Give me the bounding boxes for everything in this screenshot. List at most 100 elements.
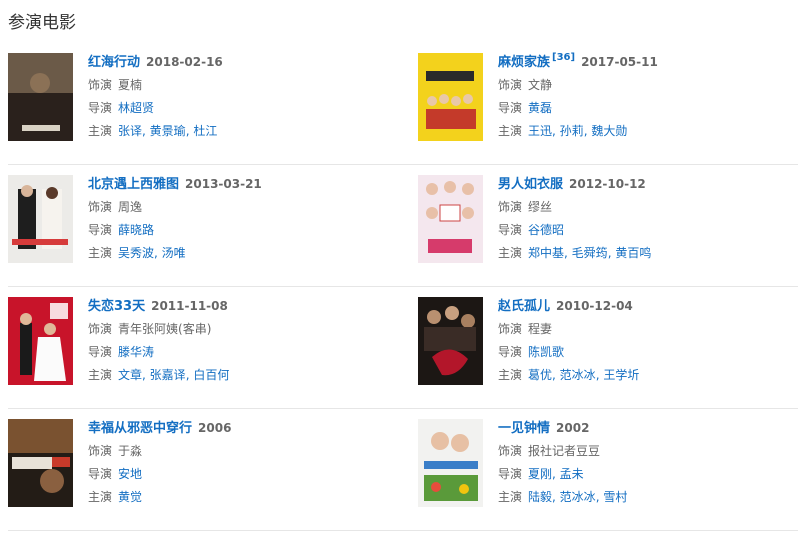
separator: , — [564, 246, 572, 260]
star-link[interactable]: 杜江 — [193, 124, 217, 138]
release-date: 2012-10-12 — [569, 177, 646, 191]
movie-card: 幸福从邪恶中穿行 2006 饰演 于淼 导演 安地 主演 黄觉 — [8, 419, 388, 519]
director-link[interactable]: 谷德昭 — [528, 223, 564, 237]
movie-poster[interactable] — [418, 175, 483, 263]
stars-label: 主演 — [498, 124, 523, 138]
director-link[interactable]: 孟未 — [560, 467, 584, 481]
star-link[interactable]: 黄景瑜 — [150, 124, 186, 138]
star-link[interactable]: 王迅 — [528, 124, 552, 138]
movie-poster[interactable] — [418, 297, 483, 385]
separator: , — [552, 490, 560, 504]
director-label: 导演 — [88, 345, 113, 359]
role-label: 饰演 — [88, 322, 113, 336]
stars-label: 主演 — [88, 124, 113, 138]
separator: , — [552, 124, 560, 138]
release-date: 2017-05-11 — [581, 55, 658, 69]
movie-poster[interactable] — [8, 175, 73, 263]
role-label: 饰演 — [498, 322, 523, 336]
movie-poster[interactable] — [8, 297, 73, 385]
star-link[interactable]: 黄百鸣 — [615, 246, 651, 260]
director-label: 导演 — [88, 101, 113, 115]
role-label: 饰演 — [88, 78, 113, 92]
movie-card: 麻烦家族 [36] 2017-05-11 饰演 文静 导演 黄磊 主演 王迅, 孙莉, 魏… — [418, 52, 798, 153]
director-label: 导演 — [498, 101, 523, 115]
movie-title-link[interactable]: 红海行动 — [88, 55, 140, 70]
stars-label: 主演 — [498, 368, 523, 382]
star-link[interactable]: 魏大勋 — [591, 124, 627, 138]
stars-label: 主演 — [498, 246, 523, 260]
director-label: 导演 — [498, 467, 523, 481]
star-link[interactable]: 张译 — [118, 124, 142, 138]
stars-label: 主演 — [88, 490, 113, 504]
star-link[interactable]: 吴秀波 — [118, 246, 154, 260]
star-link[interactable]: 范冰冰 — [560, 490, 596, 504]
star-link[interactable]: 孙莉 — [560, 124, 584, 138]
movie-card: 赵氏孤儿 2010-12-04 饰演 程妻 导演 陈凯歌 主演 葛优, 范冰冰, 王学圻 — [418, 297, 798, 397]
director-label: 导演 — [88, 223, 113, 237]
movie-card: 红海行动 2018-02-16 饰演 夏楠 导演 林超贤 主演 张译, 黄景瑜, 杜江 — [8, 53, 388, 153]
director-link[interactable]: 林超贤 — [118, 101, 154, 115]
role-label: 饰演 — [498, 200, 523, 214]
movie-row: 幸福从邪恶中穿行2006 饰演于淼 导演安地 主演黄觉 一见钟情200 — [8, 409, 798, 531]
reference-link[interactable]: [36] — [552, 52, 575, 63]
star-link[interactable]: 郑中基 — [528, 246, 564, 260]
role-value: 程妻 — [528, 322, 553, 336]
role-value: 夏楠 — [118, 78, 143, 92]
role-label: 饰演 — [498, 444, 523, 458]
director-link[interactable]: 夏刚 — [528, 467, 552, 481]
release-date: 2018-02-16 — [146, 55, 223, 69]
role-value: 周逸 — [118, 200, 143, 214]
stars-label: 主演 — [498, 490, 523, 504]
role-label: 饰演 — [88, 444, 113, 458]
movie-title-link[interactable]: 一见钟情 — [498, 421, 550, 436]
movie-row: 红海行动 2018-02-16 饰演 夏楠 导演 林超贤 主演 张译, 黄景瑜, 杜江 — [8, 43, 798, 165]
director-link[interactable]: 滕华涛 — [118, 345, 154, 359]
role-value: 缪丝 — [528, 200, 553, 214]
director-link[interactable]: 安地 — [118, 467, 142, 481]
role-value: 于淼 — [118, 444, 143, 458]
role-value: 青年张阿姨(客串) — [118, 322, 212, 336]
movie-title-link[interactable]: 麻烦家族 — [498, 55, 550, 70]
section-title: 参演电影 — [8, 13, 76, 33]
release-date: 2011-11-08 — [151, 299, 228, 313]
star-link[interactable]: 王学圻 — [603, 368, 639, 382]
star-link[interactable]: 黄觉 — [118, 490, 142, 504]
star-link[interactable]: 白百何 — [193, 368, 229, 382]
movie-title-link[interactable]: 幸福从邪恶中穿行 — [88, 421, 192, 436]
director-label: 导演 — [88, 467, 113, 481]
movie-title-link[interactable]: 赵氏孤儿 — [498, 299, 550, 314]
star-link[interactable]: 文章 — [118, 368, 142, 382]
star-link[interactable]: 汤唯 — [162, 246, 186, 260]
movie-title-link[interactable]: 失恋33天 — [88, 299, 145, 314]
release-date: 2010-12-04 — [556, 299, 633, 313]
movie-poster[interactable] — [8, 419, 73, 507]
director-link[interactable]: 黄磊 — [528, 101, 552, 115]
director-label: 导演 — [498, 345, 523, 359]
movie-poster[interactable] — [418, 53, 483, 141]
director-link[interactable]: 陈凯歌 — [528, 345, 564, 359]
movie-card: 男人如衣服 2012-10-12 饰演 缪丝 导演 谷德昭 主演 郑中基, 毛舜筠, 黄… — [418, 175, 798, 275]
stars-label: 主演 — [88, 368, 113, 382]
movie-title-link[interactable]: 北京遇上西雅图 — [88, 177, 179, 192]
movie-card: 一见钟情 2002 饰演 报社记者豆豆 导演 夏刚, 孟未 主演 陆毅, 范冰冰, 雪村 — [418, 419, 798, 519]
movie-poster[interactable] — [418, 419, 483, 507]
movie-card: 北京遇上西雅图 2013-03-21 饰演 周逸 导演 薛晓路 主演 吴秀波, 汤唯 — [8, 175, 388, 275]
separator: , — [552, 368, 560, 382]
separator: , — [142, 124, 150, 138]
separator: , — [154, 246, 162, 260]
star-link[interactable]: 雪村 — [603, 490, 627, 504]
stars-label: 主演 — [88, 246, 113, 260]
star-link[interactable]: 毛舜筠 — [572, 246, 608, 260]
separator: , — [552, 467, 560, 481]
star-link[interactable]: 张嘉译 — [150, 368, 186, 382]
director-link[interactable]: 薛晓路 — [118, 223, 154, 237]
release-date: 2013-03-21 — [185, 177, 262, 191]
movie-card: 失恋33天 2011-11-08 饰演 青年张阿姨(客串) 导演 滕华涛 主演 文章, … — [8, 297, 388, 397]
star-link[interactable]: 范冰冰 — [560, 368, 596, 382]
star-link[interactable]: 陆毅 — [528, 490, 552, 504]
movie-poster[interactable] — [8, 53, 73, 141]
director-label: 导演 — [498, 223, 523, 237]
star-link[interactable]: 葛优 — [528, 368, 552, 382]
movie-title-link[interactable]: 男人如衣服 — [498, 177, 563, 192]
movie-row: 失恋33天 2011-11-08 饰演 青年张阿姨(客串) 导演 滕华涛 主演 文章, … — [8, 287, 798, 409]
